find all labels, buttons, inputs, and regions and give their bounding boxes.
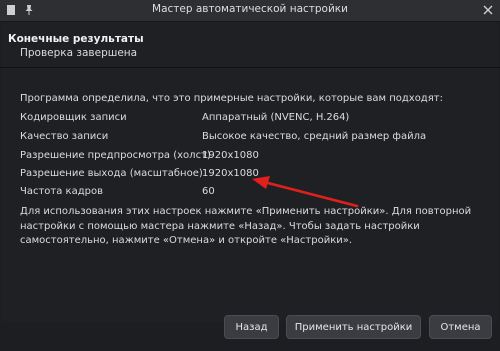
cancel-button[interactable]: Отмена	[429, 315, 492, 339]
back-button[interactable]: Назад	[224, 315, 279, 339]
annotation-arrow	[252, 176, 359, 208]
apply-settings-button[interactable]: Применить настройки	[286, 315, 421, 339]
